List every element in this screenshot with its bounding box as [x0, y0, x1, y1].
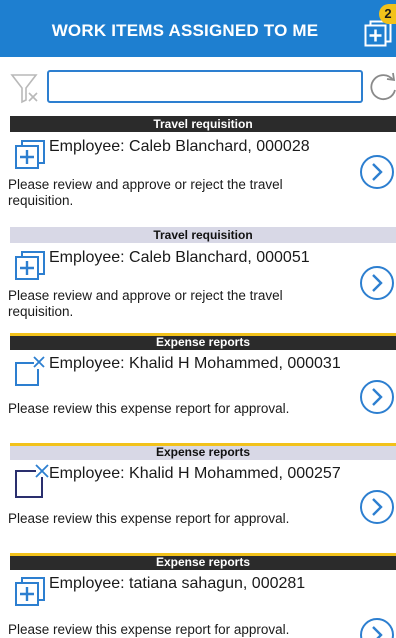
- open-item-button[interactable]: [359, 379, 395, 415]
- employee-label: Employee: Caleb Blanchard, 000051: [49, 249, 310, 266]
- toolbar: [0, 64, 396, 110]
- chevron-right-circle-icon: [360, 155, 394, 189]
- work-item[interactable]: Expense reports Employee: Khalid H Moham…: [0, 333, 396, 438]
- item-description: Please review and approve or reject the …: [8, 288, 283, 319]
- open-item-button[interactable]: [359, 265, 395, 301]
- open-item-button[interactable]: [359, 617, 395, 638]
- new-item-button[interactable]: [364, 20, 392, 48]
- clear-filter-icon: [10, 74, 38, 104]
- add-document-icon: [14, 249, 46, 281]
- refresh-icon: [370, 72, 396, 100]
- chevron-right-circle-icon: [360, 380, 394, 414]
- category-header: Expense reports: [10, 443, 396, 460]
- chevron-right-circle-icon: [360, 266, 394, 300]
- work-item[interactable]: Expense reports Employee: Khalid H Moham…: [0, 443, 396, 548]
- app-header: WORK ITEMS ASSIGNED TO ME 2: [0, 0, 396, 57]
- item-description: Please review this expense report for ap…: [8, 622, 290, 637]
- expense-report-icon: [14, 355, 46, 387]
- add-document-icon: [14, 138, 46, 170]
- chevron-right-circle-icon: [360, 490, 394, 524]
- expense-report-icon: [14, 463, 50, 499]
- open-item-button[interactable]: [359, 154, 395, 190]
- employee-label: Employee: Caleb Blanchard, 000028: [49, 138, 310, 155]
- item-description: Please review and approve or reject the …: [8, 177, 283, 208]
- page-title: WORK ITEMS ASSIGNED TO ME: [51, 21, 319, 40]
- work-item[interactable]: Travel requisition Employee: Caleb Blanc…: [0, 116, 396, 221]
- category-header: Travel requisition: [10, 116, 396, 132]
- item-description: Please review this expense report for ap…: [8, 511, 290, 526]
- category-header: Expense reports: [10, 553, 396, 570]
- clear-filter-button[interactable]: [10, 71, 44, 105]
- chevron-right-circle-icon: [360, 618, 394, 638]
- work-item[interactable]: Expense reports Employee: tatiana sahagu…: [0, 553, 396, 638]
- employee-label: Employee: Khalid H Mohammed, 000031: [49, 355, 341, 372]
- search-input[interactable]: [47, 70, 363, 103]
- category-header: Travel requisition: [10, 227, 396, 243]
- notification-badge: 2: [379, 4, 396, 24]
- open-item-button[interactable]: [359, 489, 395, 525]
- refresh-button[interactable]: [366, 70, 396, 104]
- add-document-icon: [14, 575, 46, 607]
- item-description: Please review this expense report for ap…: [8, 401, 290, 416]
- add-document-icon: [364, 20, 392, 47]
- employee-label: Employee: Khalid H Mohammed, 000257: [49, 465, 341, 482]
- employee-label: Employee: tatiana sahagun, 000281: [49, 575, 306, 592]
- work-item[interactable]: Travel requisition Employee: Caleb Blanc…: [0, 227, 396, 332]
- category-header: Expense reports: [10, 333, 396, 350]
